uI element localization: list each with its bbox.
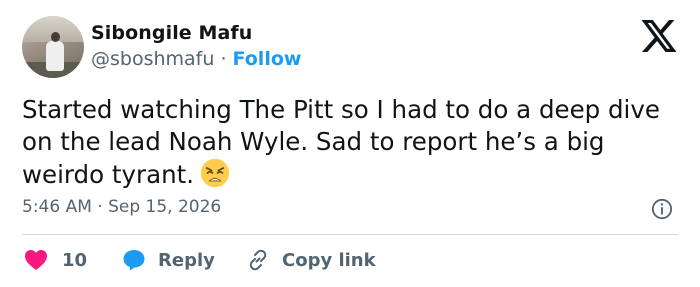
like-button[interactable]: 10 (24, 246, 87, 274)
reply-button[interactable]: Reply (122, 246, 215, 274)
copy-link-button[interactable]: Copy link (246, 246, 376, 274)
link-icon (249, 249, 267, 271)
follow-button[interactable]: Follow (233, 48, 302, 70)
author-name[interactable]: Sibongile Mafu (91, 22, 252, 44)
action-bar: 10 Reply Copy link (22, 246, 678, 274)
tweet-body: Started watching The Pitt so I had to do… (22, 95, 660, 189)
divider (22, 234, 678, 235)
copy-link-label: Copy link (282, 249, 376, 271)
handle-separator: · (214, 48, 233, 70)
reply-label: Reply (158, 249, 215, 271)
author-handle[interactable]: @sboshmafu (91, 48, 214, 70)
author-handle-row: @sboshmafu · Follow (91, 48, 301, 70)
avatar-figure (46, 41, 64, 71)
info-icon[interactable] (651, 198, 673, 220)
reply-bubble-icon (123, 250, 145, 271)
x-logo-icon[interactable] (641, 20, 677, 52)
avatar[interactable] (22, 16, 84, 78)
weary-face-emoji-icon (200, 158, 230, 188)
tweet-card: Sibongile Mafu @sboshmafu · Follow Start… (0, 0, 700, 287)
avatar-figure-head (51, 32, 60, 42)
like-count: 10 (62, 249, 88, 271)
heart-icon (25, 250, 47, 270)
tweet-timestamp[interactable]: 5:46 AM · Sep 15, 2026 (22, 197, 221, 217)
tweet-text: Started watching The Pitt so I had to do… (22, 94, 672, 191)
